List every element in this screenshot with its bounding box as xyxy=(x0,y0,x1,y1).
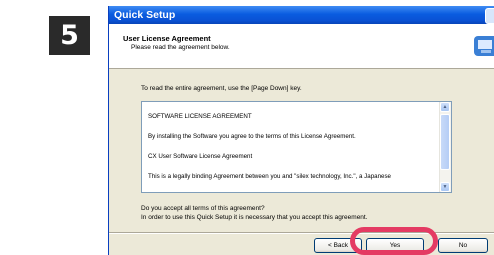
no-button[interactable]: No xyxy=(438,238,488,253)
scroll-up-button[interactable]: ▲ xyxy=(440,102,450,112)
chevron-up-icon: ▲ xyxy=(442,104,448,110)
agreement-line: By installing the Software you agree to … xyxy=(148,133,356,140)
title-bar: Quick Setup xyxy=(109,6,494,24)
header-subtitle: Please read the agreement below. xyxy=(131,44,230,51)
accept-question: Do you accept all terms of this agreemen… xyxy=(141,205,368,222)
window-control-button[interactable] xyxy=(485,8,494,24)
scroll-down-button[interactable]: ▼ xyxy=(440,182,450,192)
yes-button-highlight xyxy=(350,227,438,255)
quick-setup-window: Quick Setup User License Agreement Pleas… xyxy=(108,6,494,255)
step-number-badge: 5 xyxy=(49,16,90,55)
setup-computer-icon xyxy=(474,36,494,56)
chevron-down-icon: ▼ xyxy=(442,184,448,190)
wizard-header: User License Agreement Please read the a… xyxy=(109,24,494,69)
header-title: User License Agreement xyxy=(123,34,211,43)
accept-question-note: In order to use this Quick Setup it is n… xyxy=(141,213,368,221)
agreement-line: This is a legally binding Agreement betw… xyxy=(148,173,391,180)
accept-question-line: Do you accept all terms of this agreemen… xyxy=(141,205,265,212)
license-agreement-textbox[interactable]: SOFTWARE LICENSE AGREEMENT By installing… xyxy=(141,101,452,193)
instruction-text: To read the entire agreement, use the [P… xyxy=(141,85,302,92)
vertical-scrollbar[interactable]: ▲ ▼ xyxy=(439,102,451,192)
agreement-line: CX User Software License Agreement xyxy=(148,153,253,160)
agreement-line: SOFTWARE LICENSE AGREEMENT xyxy=(148,113,252,120)
scrollbar-thumb[interactable] xyxy=(440,114,450,170)
window-title: Quick Setup xyxy=(114,9,176,21)
